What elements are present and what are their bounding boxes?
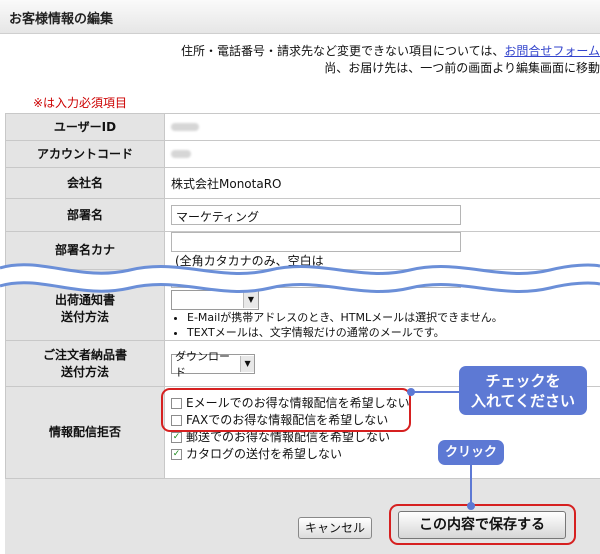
option-catalog-refuse[interactable]: ✓ カタログの送付を希望しない <box>171 446 600 463</box>
page-title: お客様情報の編集 <box>9 8 113 27</box>
save-highlight-ring <box>389 504 576 545</box>
shipping-bullet-1: E-Mailが携帯アドレスのとき、HTMLメールは選択できません。 <box>187 310 600 325</box>
department-label: 部署名 <box>6 199 165 232</box>
check-callout-connector <box>411 391 460 393</box>
department-kana-input[interactable] <box>171 232 461 252</box>
row-company: 会社名 株式会社MonotaRO <box>6 168 600 199</box>
account-code-value <box>165 141 600 168</box>
required-note: ※は入力必須項目 <box>33 94 127 111</box>
chevron-down-icon: ▼ <box>240 356 254 372</box>
account-code-label: アカウントコード <box>6 141 165 168</box>
click-callout: クリック <box>438 440 504 465</box>
title-bar: お客様情報の編集 <box>0 0 600 34</box>
user-id-redacted <box>171 123 199 131</box>
notice-text-1: 住所・電話番号・請求先など変更できない項目については、 <box>181 44 504 58</box>
check-callout: チェックを 入れてください <box>459 366 587 415</box>
catalog-refuse-label: カタログの送付を希望しない <box>186 447 342 461</box>
notice-line-1: 住所・電話番号・請求先など変更できない項目については、お問合せフォーム <box>181 42 600 59</box>
row-account-code: アカウントコード <box>6 141 600 168</box>
row-user-id: ユーザーID <box>6 114 600 141</box>
delivery-slip-label-1: ご注文者納品書 <box>6 347 164 364</box>
notice-line-2: 尚、お届け先は、一つ前の画面より編集画面に移動 <box>324 59 600 76</box>
check-callout-dot <box>407 388 415 396</box>
shipping-notice-label-2: 送付方法 <box>6 309 164 326</box>
delivery-slip-label-2: 送付方法 <box>6 364 164 381</box>
click-callout-dot <box>467 502 475 510</box>
shipping-bullet-2: TEXTメールは、文字情報だけの通常のメールです。 <box>187 325 600 340</box>
mail-refuse-label: 郵送でのお得な情報配信を希望しない <box>186 430 390 444</box>
catalog-refuse-checkbox[interactable]: ✓ <box>171 449 182 460</box>
check-callout-line-1: チェックを <box>459 371 587 391</box>
delivery-slip-select[interactable]: ダウンロード▼ <box>171 354 255 374</box>
info-refusal-label: 情報配信拒否 <box>6 387 165 479</box>
shipping-notice-bullets: E-Mailが携帯アドレスのとき、HTMLメールは選択できません。 TEXTメー… <box>171 310 600 340</box>
cancel-button[interactable]: キャンセル <box>298 517 372 539</box>
company-value: 株式会社MonotaRO <box>165 168 600 199</box>
delivery-slip-select-value: ダウンロード <box>175 348 236 380</box>
user-id-value <box>165 114 600 141</box>
check-callout-line-2: 入れてください <box>459 391 587 411</box>
account-code-redacted <box>171 150 191 158</box>
checkbox-highlight-ring <box>161 388 411 432</box>
company-label: 会社名 <box>6 168 165 199</box>
page-break-wave <box>0 256 600 296</box>
user-id-label: ユーザーID <box>6 114 165 141</box>
click-callout-connector <box>470 465 472 506</box>
department-input[interactable]: マーケティング <box>171 205 461 225</box>
delivery-slip-label: ご注文者納品書 送付方法 <box>6 341 165 387</box>
row-department: 部署名 マーケティング <box>6 199 600 232</box>
contact-form-link[interactable]: お問合せフォーム <box>504 44 600 58</box>
mail-refuse-checkbox[interactable]: ✓ <box>171 432 182 443</box>
